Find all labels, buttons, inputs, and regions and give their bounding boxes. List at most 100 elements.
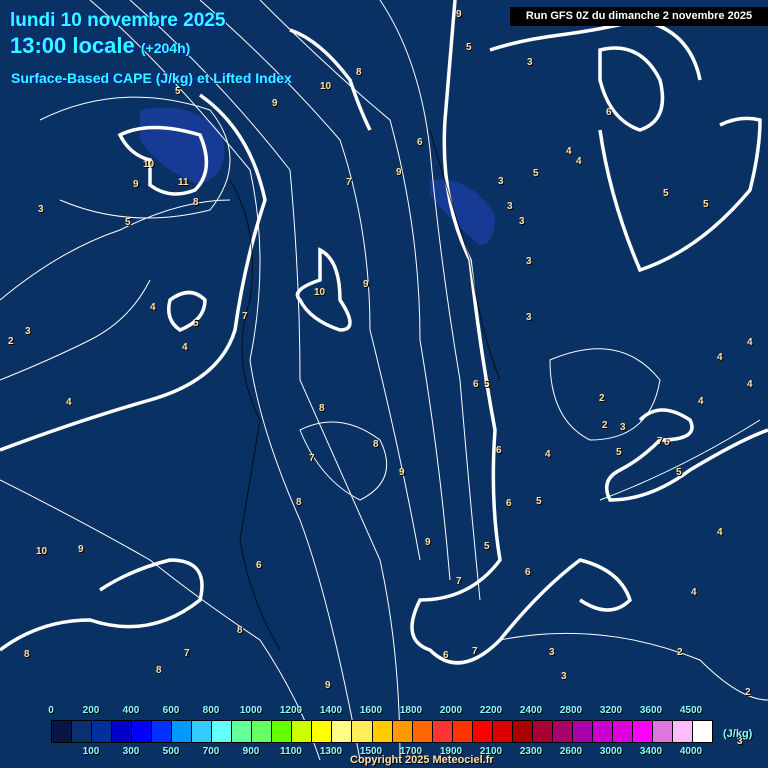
legend-label-bottom: 3000 [599, 746, 623, 757]
legend-swatch [472, 721, 493, 742]
contour-label: 10 [143, 159, 155, 170]
legend-label-top: 1400 [319, 705, 343, 716]
contour-label: 5 [533, 168, 539, 179]
legend-swatch [232, 721, 253, 742]
legend-label-bottom: 1100 [280, 746, 302, 757]
legend-swatch [572, 721, 593, 742]
legend-swatch [152, 721, 173, 742]
contour-label: 3 [507, 201, 513, 212]
legend-label-top: 3600 [639, 705, 663, 716]
contour-label: 4 [150, 302, 156, 313]
contour-label: 2 [677, 647, 683, 658]
legend-label-bottom: 3400 [639, 746, 663, 757]
contour-label: 9 [272, 98, 278, 109]
legend-swatch [512, 721, 533, 742]
legend-label-top: 3200 [599, 705, 623, 716]
legend-label-top: 200 [82, 705, 100, 716]
contour-label: 4 [747, 337, 753, 348]
contour-label: 6 [606, 107, 612, 118]
contour-label: 4 [545, 449, 551, 460]
contour-label: 5 [466, 42, 472, 53]
legend-swatch [72, 721, 93, 742]
legend-swatch [492, 721, 513, 742]
contour-label: 5 [703, 199, 709, 210]
legend-swatch [272, 721, 293, 742]
copyright: Copyright 2025 Meteociel.fr [350, 754, 494, 766]
forecast-time: 13:00 locale (+204h) [10, 33, 190, 59]
legend-label-bottom: 2600 [559, 746, 583, 757]
contour-label: 4 [717, 352, 723, 363]
legend-swatch [332, 721, 353, 742]
contour-label: 4 [566, 146, 572, 157]
legend-label-top: 2400 [519, 705, 543, 716]
contour-label: 7 [657, 436, 663, 447]
legend-label-top: 800 [202, 705, 220, 716]
contour-label: 10 [314, 287, 326, 298]
legend-label-bottom: 2300 [519, 746, 543, 757]
contour-label: 5 [484, 541, 490, 552]
contour-label: 8 [296, 497, 302, 508]
contour-label: 3 [620, 422, 626, 433]
contour-label: 8 [193, 197, 199, 208]
legend-swatch [432, 721, 453, 742]
contour-label: 7 [184, 648, 190, 659]
legend-swatch [672, 721, 693, 742]
legend-swatch [412, 721, 433, 742]
contour-label: 6 [443, 650, 449, 661]
contour-label: 2 [599, 393, 605, 404]
contour-label: 6 [664, 437, 670, 448]
legend-swatch [132, 721, 153, 742]
contour-label: 5 [536, 496, 542, 507]
contour-label: 4 [717, 527, 723, 538]
contour-label: 6 [473, 379, 479, 390]
contour-label: 9 [399, 467, 405, 478]
legend-label-bottom: 100 [82, 746, 100, 757]
legend-swatch [392, 721, 413, 742]
contour-label: 5 [193, 318, 199, 329]
legend-swatch [652, 721, 673, 742]
contour-label: 9 [325, 680, 331, 691]
legend-label-top: 2000 [439, 705, 463, 716]
contour-label: 5 [676, 467, 682, 478]
legend-swatch [292, 721, 313, 742]
contour-label: 9 [396, 167, 402, 178]
legend-swatch [352, 721, 373, 742]
legend-swatch [632, 721, 653, 742]
legend-swatch [192, 721, 213, 742]
contour-label: 3 [38, 204, 44, 215]
contour-label: 4 [576, 156, 582, 167]
contour-label: 4 [747, 379, 753, 390]
contour-label: 6 [417, 137, 423, 148]
local-time: 13:00 locale [10, 33, 135, 58]
contour-label: 5 [616, 447, 622, 458]
legend-label-top: 1800 [399, 705, 423, 716]
legend-swatch [532, 721, 553, 742]
contour-label: 5 [484, 379, 490, 390]
legend-unit: (J/kg) [723, 728, 753, 740]
contour-label: 4 [66, 397, 72, 408]
contour-label: 9 [78, 544, 84, 555]
contour-label: 8 [356, 67, 362, 78]
legend-swatch [52, 721, 73, 742]
legend-label-top: 2200 [479, 705, 503, 716]
legend-swatch [172, 721, 193, 742]
legend-swatch [552, 721, 573, 742]
legend-label-top: 1600 [359, 705, 383, 716]
legend-label-bottom: 4000 [679, 746, 703, 757]
contour-label: 3 [498, 176, 504, 187]
contour-label: 5 [125, 217, 131, 228]
thick-contours [0, 0, 768, 665]
contour-label: 5 [175, 86, 181, 97]
contour-label: 10 [320, 81, 332, 92]
legend-swatch [372, 721, 393, 742]
legend-swatch [312, 721, 333, 742]
contour-label: 4 [698, 396, 704, 407]
contour-label: 3 [526, 256, 532, 267]
contour-label: 3 [549, 647, 555, 658]
legend-label-top: 0 [48, 705, 54, 716]
legend-swatch [92, 721, 113, 742]
contour-label: 3 [527, 57, 533, 68]
cape-map [0, 0, 768, 761]
contour-label: 4 [691, 587, 697, 598]
cape-shading [140, 107, 495, 245]
